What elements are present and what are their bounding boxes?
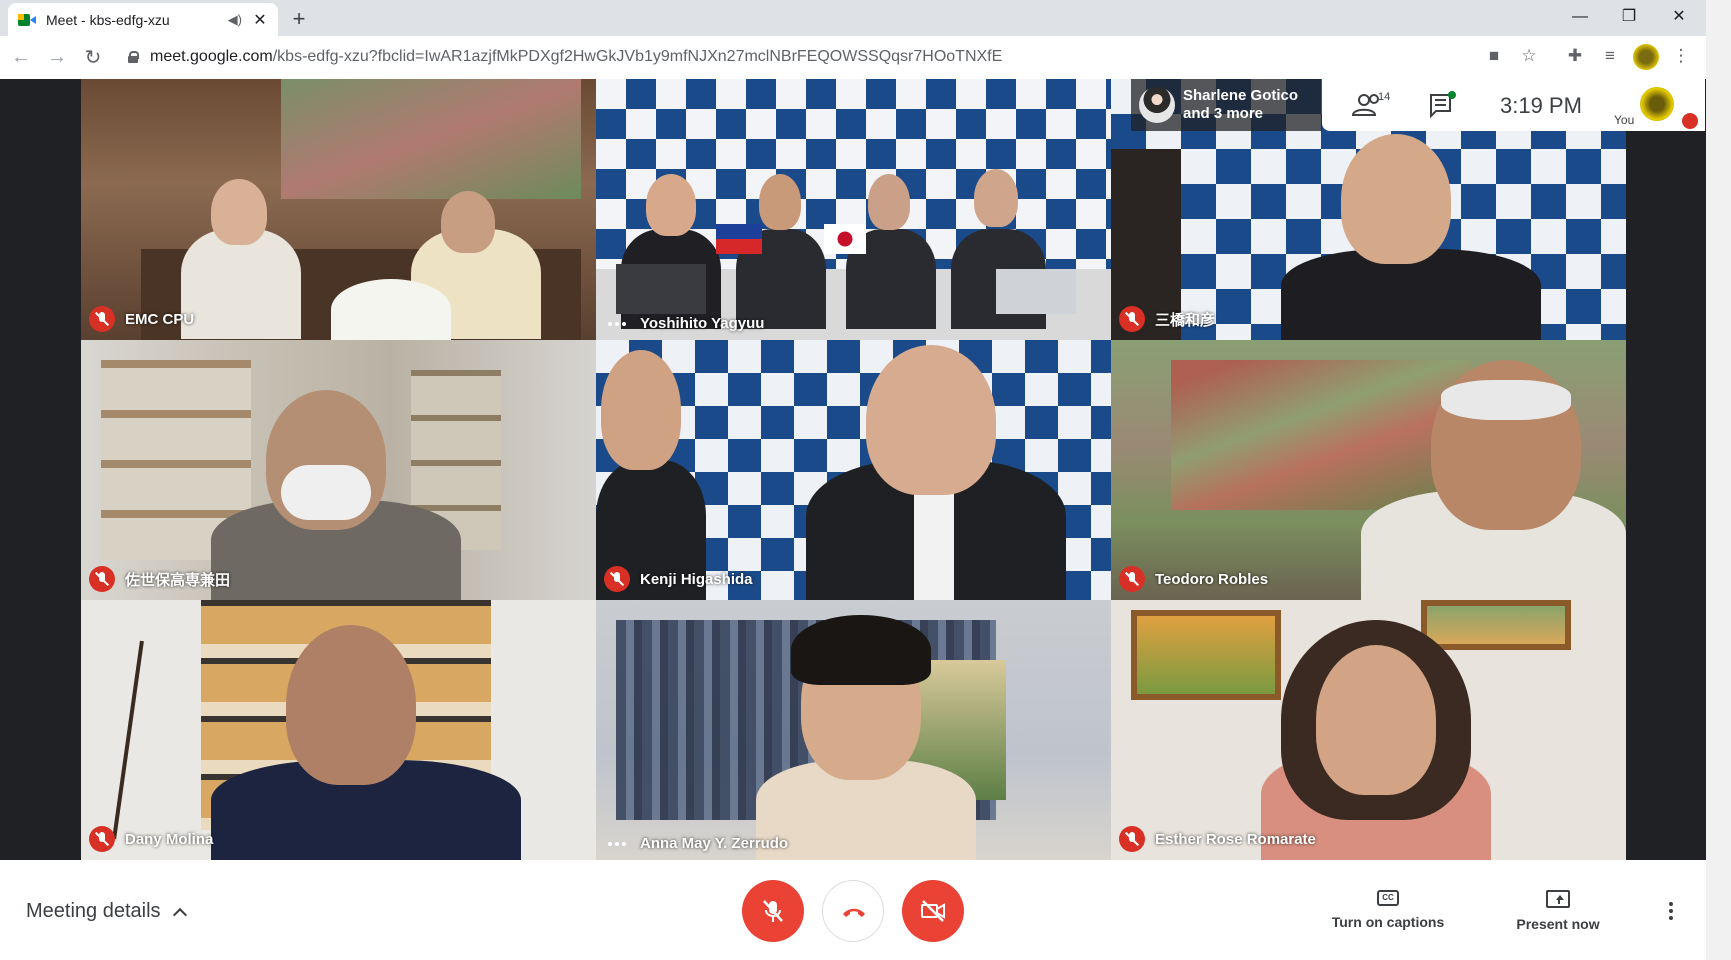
media-control-icon[interactable]: ≡ [1599, 46, 1621, 66]
captions-label: Turn on captions [1331, 914, 1445, 930]
speaker-icon[interactable]: ◀) [228, 12, 242, 28]
mic-off-icon [89, 566, 115, 592]
presenter-more: and 3 more [1183, 105, 1264, 122]
present-label: Present now [1516, 916, 1600, 932]
mic-off-icon [763, 900, 783, 922]
tab-close-icon[interactable]: ✕ [252, 10, 268, 30]
participant-tile[interactable]: Yoshihito Yagyuu [596, 79, 1111, 340]
participant-name: Esther Rose Romarate [1155, 830, 1316, 848]
mic-off-icon [1119, 826, 1145, 852]
chevron-up-icon [172, 907, 187, 922]
speaking-indicator-icon [604, 841, 630, 846]
url-path: /kbs-edfg-xzu?fbclid=IwAR1azjfMkPDXgf2Hw… [272, 48, 1003, 65]
clock: 3:19 PM [1500, 93, 1582, 118]
participant-tile[interactable]: 佐世保高専兼田 [81, 340, 596, 600]
self-avatar[interactable] [1640, 87, 1674, 121]
captions-button[interactable]: CC Turn on captions [1318, 890, 1458, 930]
mic-off-icon [1119, 566, 1145, 592]
lock-icon[interactable] [128, 51, 139, 63]
browser-chrome: Meet - kbs-edfg-xzu ◀) ✕ + — ❐ ✕ ← → ↻ m… [0, 0, 1706, 79]
participant-name: Dany Molina [125, 830, 214, 848]
maximize-button[interactable]: ❐ [1604, 4, 1654, 30]
meeting-details-label: Meeting details [26, 900, 161, 922]
participant-tile[interactable]: Anna May Y. Zerrudo [596, 600, 1111, 860]
close-window-button[interactable]: ✕ [1654, 4, 1704, 30]
browser-menu-icon[interactable]: ⋮ [1670, 46, 1692, 66]
tab-title: Meet - kbs-edfg-xzu [46, 11, 170, 28]
participant-name: Yoshihito Yagyuu [640, 315, 765, 332]
participant-name: 佐世保高専兼田 [125, 571, 231, 589]
page-scrollbar[interactable] [1706, 0, 1731, 960]
more-options-icon[interactable] [1669, 902, 1673, 920]
present-icon [1546, 890, 1570, 908]
mic-off-icon [89, 306, 115, 332]
browser-tab[interactable]: Meet - kbs-edfg-xzu ◀) ✕ [8, 3, 278, 36]
presenter-badge[interactable]: Sharlene Gotico and 3 more [1131, 79, 1322, 131]
url-host: meet.google.com [150, 48, 273, 65]
participant-name: Teodoro Robles [1155, 570, 1269, 588]
mic-off-icon [604, 566, 630, 592]
self-mic-off-icon [1682, 113, 1698, 129]
minimize-button[interactable]: — [1555, 4, 1605, 30]
forward-icon[interactable]: → [42, 46, 72, 69]
browser-toolbar: ← → ↻ meet.google.com/kbs-edfg-xzu?fbcli… [0, 36, 1706, 79]
camera-icon[interactable]: ■ [1483, 46, 1505, 66]
presenter-name: Sharlene Gotico [1183, 87, 1299, 104]
profile-avatar[interactable] [1633, 44, 1659, 70]
participant-name: Kenji Higashida [640, 570, 753, 588]
participant-tile[interactable]: Dany Molina [81, 600, 596, 860]
meet-favicon-icon [18, 13, 36, 27]
participant-tile[interactable]: Kenji Higashida [596, 340, 1111, 600]
participant-name: EMC CPU [125, 310, 195, 328]
participant-name: Anna May Y. Zerrudo [640, 835, 789, 852]
mic-off-icon [89, 826, 115, 852]
participant-tile[interactable]: Teodoro Robles [1111, 340, 1626, 600]
hangup-icon [843, 908, 865, 917]
participant-tile[interactable]: EMC CPU [81, 79, 596, 340]
back-icon[interactable]: ← [6, 46, 36, 69]
participant-name: 三橋和彦 [1155, 311, 1216, 329]
camera-off-icon [921, 900, 945, 922]
star-icon[interactable]: ☆ [1518, 46, 1540, 66]
present-now-button[interactable]: Present now [1503, 890, 1613, 932]
meeting-details-button[interactable]: Meeting details [26, 900, 187, 923]
speaking-indicator-icon [604, 321, 630, 326]
camera-toggle-button[interactable] [902, 880, 964, 942]
meeting-stage: EMC CPU Yoshihito Yagyuu 三橋和彦 佐世保高専兼田 Ke… [0, 79, 1706, 860]
participant-count: 14 [1378, 91, 1391, 103]
you-label: You [1614, 113, 1635, 127]
captions-icon: CC [1377, 890, 1399, 906]
call-controls-bar: Meeting details CC Turn on captions Pres… [0, 860, 1706, 960]
video-grid: EMC CPU Yoshihito Yagyuu 三橋和彦 佐世保高専兼田 Ke… [81, 79, 1626, 860]
new-tab-button[interactable]: + [288, 6, 310, 32]
chat-icon[interactable] [1428, 91, 1458, 119]
tab-strip: Meet - kbs-edfg-xzu ◀) ✕ + — ❐ ✕ [0, 0, 1706, 36]
mic-off-icon [1119, 306, 1145, 332]
mic-toggle-button[interactable] [742, 880, 804, 942]
reload-icon[interactable]: ↻ [78, 45, 108, 70]
leave-call-button[interactable] [822, 880, 884, 942]
participant-tile[interactable]: Esther Rose Romarate [1111, 600, 1626, 860]
meeting-info-panel: 14 3:19 PM You [1322, 79, 1705, 131]
extensions-icon[interactable]: ✚ [1564, 46, 1586, 66]
presenter-avatar [1139, 87, 1175, 123]
address-bar[interactable]: meet.google.com/kbs-edfg-xzu?fbclid=IwAR… [118, 42, 1513, 72]
